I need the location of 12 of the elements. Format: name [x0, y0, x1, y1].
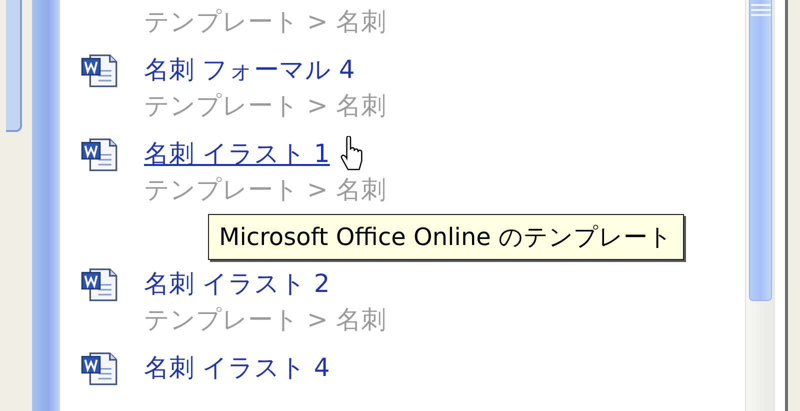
template-category: テンプレート > 名刺 — [144, 304, 386, 336]
grip-icon — [750, 4, 770, 16]
tooltip: Microsoft Office Online のテンプレート — [208, 214, 684, 260]
template-link[interactable]: 名刺 フォーマル 4 — [144, 52, 355, 88]
template-category: テンプレート > 名刺 — [144, 174, 386, 206]
scrollbar-thumb[interactable] — [749, 0, 772, 301]
scrollbar[interactable] — [745, 0, 775, 411]
template-link[interactable]: 名刺 イラスト 1 — [144, 136, 330, 172]
template-link[interactable]: 名刺 イラスト 4 — [144, 350, 330, 386]
template-category: テンプレート > 名刺 — [144, 90, 386, 122]
template-link[interactable]: 名刺 イラスト 2 — [144, 266, 330, 302]
template-category: テンプレート > 名刺 — [144, 6, 386, 38]
